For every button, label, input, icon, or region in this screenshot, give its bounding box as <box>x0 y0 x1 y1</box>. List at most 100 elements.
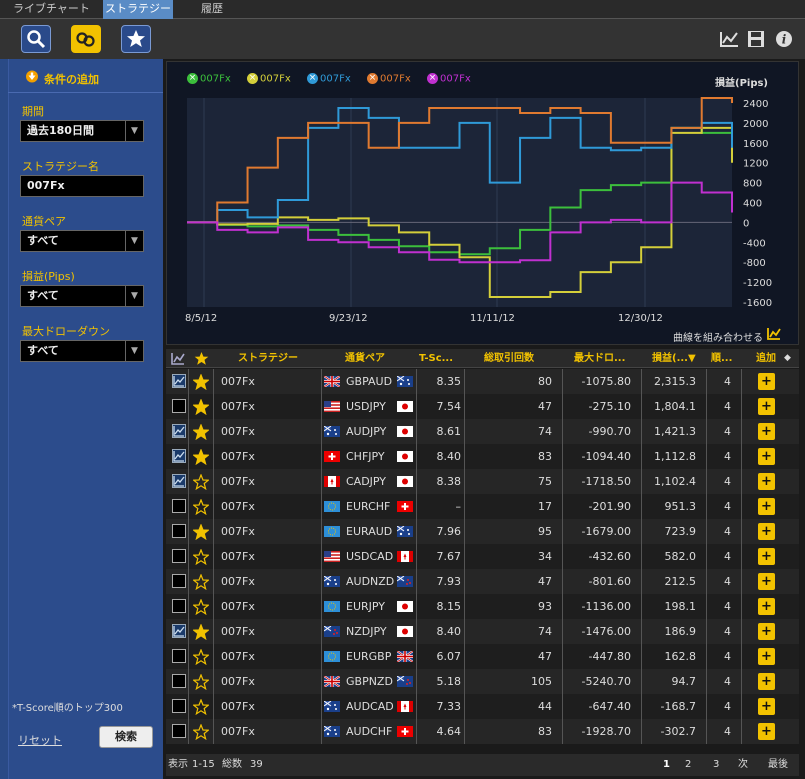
tab-strategy[interactable]: ストラテジー <box>103 0 173 19</box>
col-profit[interactable]: 損益(...▼ <box>652 349 696 368</box>
add-button[interactable]: + <box>758 498 775 515</box>
search-submit-button[interactable]: 検索 <box>99 726 153 748</box>
page-3-link[interactable]: 3 <box>713 754 719 776</box>
favorite-star-icon[interactable] <box>193 474 209 490</box>
favorite-star-icon[interactable] <box>193 699 209 715</box>
table-row[interactable]: 007Fx EURJPY 8.15 93 -1136.00 198.1 4 + <box>166 594 799 619</box>
row-chart-checkbox[interactable] <box>172 474 186 488</box>
row-chart-checkbox[interactable] <box>172 424 186 438</box>
favorite-star-icon[interactable] <box>193 649 209 665</box>
favorite-star-icon[interactable] <box>193 624 209 640</box>
table-row[interactable]: 007Fx AUDJPY 8.61 74 -990.70 1,421.3 4 + <box>166 419 799 444</box>
table-row[interactable]: 007Fx AUDNZD 7.93 47 -801.60 212.5 4 + <box>166 569 799 594</box>
add-button[interactable]: + <box>758 448 775 465</box>
row-chart-checkbox[interactable] <box>172 624 186 638</box>
strategy-name[interactable]: 007Fx <box>221 419 255 444</box>
strategy-name[interactable]: 007Fx <box>221 444 255 469</box>
favorite-star-icon[interactable] <box>193 424 209 440</box>
max-drawdown-select[interactable]: すべて ▼ <box>20 340 144 362</box>
row-chart-checkbox[interactable] <box>172 499 186 513</box>
strategy-name[interactable]: 007Fx <box>221 369 255 394</box>
favorite-star-icon[interactable] <box>193 449 209 465</box>
col-tscore[interactable]: T-Sc... <box>419 349 453 368</box>
row-chart-checkbox[interactable] <box>172 549 186 563</box>
period-select[interactable]: 過去180日間 ▼ <box>20 120 144 142</box>
row-chart-checkbox[interactable] <box>172 724 186 738</box>
row-chart-checkbox[interactable] <box>172 599 186 613</box>
favorite-star-icon[interactable] <box>193 499 209 515</box>
favorite-star-icon[interactable] <box>193 574 209 590</box>
row-chart-checkbox[interactable] <box>172 449 186 463</box>
favorite-star-icon[interactable] <box>193 599 209 615</box>
row-chart-checkbox[interactable] <box>172 574 186 588</box>
chart-column-icon[interactable] <box>171 352 185 365</box>
row-chart-checkbox[interactable] <box>172 524 186 538</box>
add-button[interactable]: + <box>758 673 775 690</box>
last-page-link[interactable]: 最後 <box>768 754 788 776</box>
strategy-button[interactable] <box>71 25 101 53</box>
table-row[interactable]: 007Fx AUDCAD 7.33 44 -647.40 -168.7 4 + <box>166 694 799 719</box>
favorite-star-icon[interactable] <box>193 524 209 540</box>
row-chart-checkbox[interactable] <box>172 374 186 388</box>
add-button[interactable]: + <box>758 423 775 440</box>
table-row[interactable]: 007Fx USDJPY 7.54 47 -275.10 1,804.1 4 + <box>166 394 799 419</box>
col-trades[interactable]: 総取引回数 <box>484 349 534 368</box>
favorite-star-icon[interactable] <box>193 374 209 390</box>
add-button[interactable]: + <box>758 523 775 540</box>
table-row[interactable]: 007Fx NZDJPY 8.40 74 -1476.00 186.9 4 + <box>166 619 799 644</box>
profit-select[interactable]: すべて ▼ <box>20 285 144 307</box>
strategy-name[interactable]: 007Fx <box>221 519 255 544</box>
favorite-star-icon[interactable] <box>193 674 209 690</box>
strategy-name[interactable]: 007Fx <box>221 494 255 519</box>
strategy-name[interactable]: 007Fx <box>221 394 255 419</box>
strategy-name[interactable]: 007Fx <box>221 644 255 669</box>
add-button[interactable]: + <box>758 698 775 715</box>
strategy-name[interactable]: 007Fx <box>221 669 255 694</box>
resize-arrows-icon[interactable]: ◆ <box>784 349 791 368</box>
favorite-star-icon[interactable] <box>193 549 209 565</box>
strategy-name[interactable]: 007Fx <box>221 544 255 569</box>
strategy-name[interactable]: 007Fx <box>221 594 255 619</box>
strategy-name[interactable]: 007Fx <box>221 569 255 594</box>
add-button[interactable]: + <box>758 598 775 615</box>
strategy-name[interactable]: 007Fx <box>221 619 255 644</box>
next-page-link[interactable]: 次 <box>738 754 748 776</box>
add-button[interactable]: + <box>758 548 775 565</box>
save-icon[interactable] <box>745 28 767 50</box>
currency-pair-select[interactable]: すべて ▼ <box>20 230 144 252</box>
strategy-name[interactable]: 007Fx <box>221 694 255 719</box>
table-row[interactable]: 007Fx GBPNZD 5.18 105 -5240.70 94.7 4 + <box>166 669 799 694</box>
row-chart-checkbox[interactable] <box>172 649 186 663</box>
add-button[interactable]: + <box>758 623 775 640</box>
chart-view-icon[interactable] <box>718 28 740 50</box>
add-button[interactable]: + <box>758 473 775 490</box>
col-rank[interactable]: 順... <box>711 349 732 368</box>
page-2-link[interactable]: 2 <box>685 754 691 776</box>
favorite-star-icon[interactable] <box>193 724 209 740</box>
col-maxdd[interactable]: 最大ドロ... <box>574 349 625 368</box>
table-row[interactable]: 007Fx EURAUD 7.96 95 -1679.00 723.9 4 + <box>166 519 799 544</box>
add-button[interactable]: + <box>758 648 775 665</box>
combine-curves-label[interactable]: 曲線を組み合わせる <box>673 329 763 344</box>
favorite-column-icon[interactable] <box>194 351 209 366</box>
add-condition-header[interactable]: 条件の追加 <box>44 71 99 87</box>
table-row[interactable]: 007Fx USDCAD 7.67 34 -432.60 582.0 4 + <box>166 544 799 569</box>
strategy-name[interactable]: 007Fx <box>221 719 255 744</box>
table-row[interactable]: 007Fx EURCHF – 17 -201.90 951.3 4 + <box>166 494 799 519</box>
row-chart-checkbox[interactable] <box>172 674 186 688</box>
strategy-name-input[interactable]: 007Fx <box>20 175 144 197</box>
page-1-link[interactable]: 1 <box>663 754 670 776</box>
reset-link[interactable]: リセット <box>18 732 62 748</box>
table-row[interactable]: 007Fx GBPAUD 8.35 80 -1075.80 2,315.3 4 + <box>166 369 799 394</box>
tab-history[interactable]: 履歴 <box>173 0 251 19</box>
col-strategy[interactable]: ストラテジー <box>238 349 298 368</box>
row-chart-checkbox[interactable] <box>172 399 186 413</box>
table-row[interactable]: 007Fx AUDCHF 4.64 83 -1928.70 -302.7 4 + <box>166 719 799 744</box>
add-button[interactable]: + <box>758 373 775 390</box>
table-row[interactable]: 007Fx CADJPY 8.38 75 -1718.50 1,102.4 4 + <box>166 469 799 494</box>
info-icon[interactable]: i <box>773 28 795 50</box>
favorite-star-icon[interactable] <box>193 399 209 415</box>
add-button[interactable]: + <box>758 398 775 415</box>
row-chart-checkbox[interactable] <box>172 699 186 713</box>
table-row[interactable]: 007Fx CHFJPY 8.40 83 -1094.40 1,112.8 4 + <box>166 444 799 469</box>
